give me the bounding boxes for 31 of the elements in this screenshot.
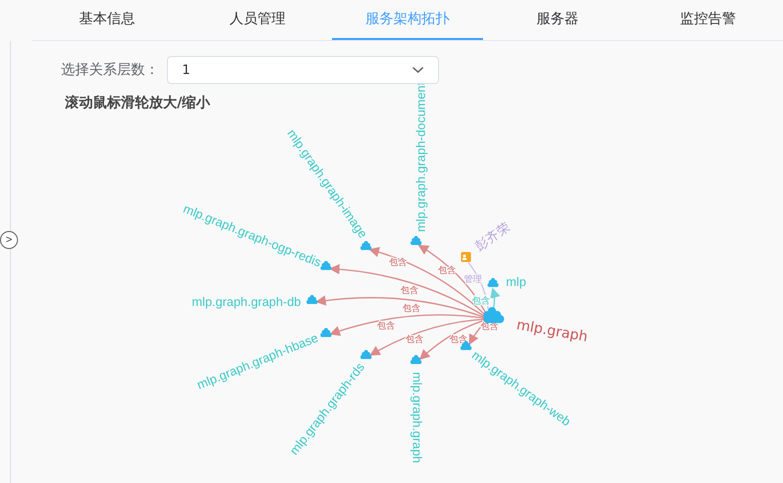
node-label: mlp.graph.graph-db [192,295,301,309]
chevron-down-icon [412,66,424,74]
node-label: mlp.graph.graph-document [414,82,428,232]
edge-label: 包含 [400,286,418,296]
sidebar-toggle-button[interactable]: > [0,231,18,249]
service-node-icon[interactable] [360,241,372,250]
node-label: mlp.graph.graph [410,372,424,464]
node-label: 彭齐荣 [472,220,513,254]
edge-label: 包含 [388,258,407,268]
tab[interactable]: 人员管理 [182,0,332,40]
person-icon[interactable] [461,252,471,262]
center-node-label: mlp.graph [515,317,589,346]
service-node-icon[interactable] [320,328,332,338]
service-node-icon[interactable] [487,278,499,288]
service-node-icon[interactable] [320,261,332,270]
edge-label: 包含 [449,334,468,345]
center-node-icon[interactable] [483,307,504,324]
node-label: mlp [506,275,526,289]
tab[interactable]: 服务器 [482,0,633,40]
edge-label: 包含 [405,334,424,345]
service-node-icon[interactable] [410,355,422,364]
service-node-icon[interactable] [306,295,318,304]
service-node-icon[interactable] [410,236,422,246]
level-select[interactable]: 1 [167,56,439,84]
tab[interactable]: 基本信息 [32,0,182,40]
edge-label: 包含 [402,304,421,314]
service-node-icon[interactable] [360,350,372,360]
edge-label: 包含 [377,322,396,332]
select-label: 选择关系层数： [61,61,159,79]
tab[interactable]: 监控告警 [632,0,783,40]
edge-label: 管理 [464,274,482,285]
